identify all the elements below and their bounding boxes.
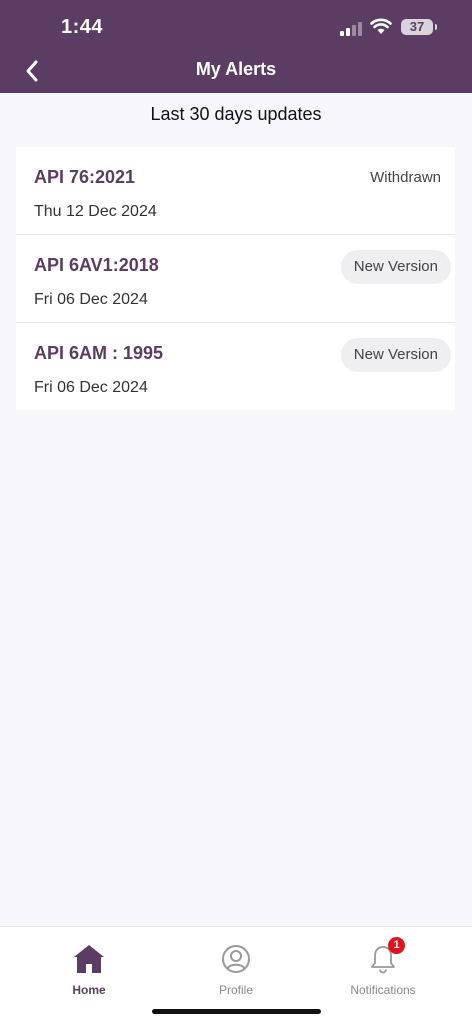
- alert-name: API 6AV1:2018: [34, 255, 159, 275]
- alert-date: Thu 12 Dec 2024: [34, 203, 157, 220]
- tab-home[interactable]: Home: [29, 941, 149, 997]
- navigation-bar: My Alerts: [0, 52, 472, 93]
- page-title: My Alerts: [195, 59, 277, 79]
- alert-status-badge: New Version: [340, 338, 451, 372]
- notification-count-badge: 1: [388, 937, 405, 954]
- alert-name: API 6AM : 1995: [34, 343, 164, 363]
- alert-item[interactable]: API 6AV1:2018 Fri 06 Dec 2024 New Versio…: [16, 235, 455, 323]
- home-indicator: [152, 1009, 321, 1014]
- alert-status: Withdrawn: [370, 169, 441, 186]
- user-icon: [222, 945, 250, 973]
- wifi-icon: [370, 18, 392, 34]
- battery-tip: [435, 24, 437, 30]
- alert-item[interactable]: API 76:2021 Thu 12 Dec 2024 Withdrawn: [16, 147, 455, 235]
- section-title: Last 30 days updates: [150, 104, 322, 124]
- tab-label: Notifications: [350, 983, 416, 997]
- tab-label: Home: [72, 983, 106, 997]
- tab-notifications[interactable]: 1 Notifications: [323, 937, 443, 997]
- alert-item[interactable]: API 6AM : 1995 Fri 06 Dec 2024 New Versi…: [16, 323, 455, 410]
- alert-list: API 76:2021 Thu 12 Dec 2024 Withdrawn AP…: [16, 147, 455, 410]
- home-icon: [74, 945, 104, 973]
- status-bar: 1:44 37: [0, 0, 472, 52]
- status-time: 1:44: [61, 16, 104, 38]
- alert-name: API 76:2021: [34, 167, 136, 187]
- battery-icon: 37: [401, 19, 433, 35]
- tab-profile[interactable]: Profile: [176, 941, 296, 997]
- alert-date: Fri 06 Dec 2024: [34, 379, 148, 396]
- alert-status-badge: New Version: [340, 250, 451, 284]
- cellular-signal-icon: [340, 20, 364, 36]
- tab-label: Profile: [218, 983, 253, 997]
- alert-date: Fri 06 Dec 2024: [34, 291, 148, 308]
